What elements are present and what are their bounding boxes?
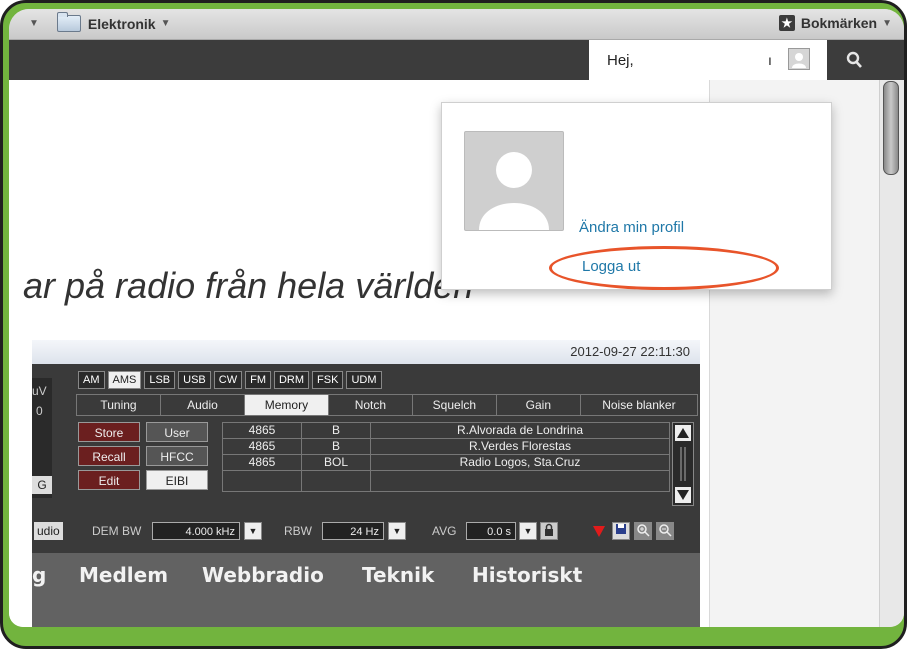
chevron-down-icon: ▼ <box>29 18 39 29</box>
nav-item-partial[interactable]: g <box>32 563 46 587</box>
radio-datetime: 2012-09-27 22:11:30 <box>570 344 690 359</box>
nav-item-medlem[interactable]: Medlem <box>79 563 168 587</box>
websdr-panel: 2012-09-27 22:11:30 uV 0 G AM AMS LSB US… <box>32 340 700 553</box>
table-row[interactable]: 4865 BOL Radio Logos, Sta.Cruz <box>222 454 670 471</box>
highlight-ellipse <box>549 246 779 290</box>
avg-field[interactable]: 0.0 s <box>466 522 516 540</box>
memory-code: B <box>301 438 371 455</box>
star-icon: ★ <box>778 15 795 31</box>
mode-ams[interactable]: AMS <box>107 371 142 389</box>
tab-squelch[interactable]: Squelch <box>413 395 497 415</box>
username: ı <box>768 52 772 68</box>
memory-code: BOL <box>301 454 371 471</box>
zoom-in-icon[interactable] <box>634 522 652 540</box>
save-icon[interactable] <box>612 522 630 540</box>
screenshot-frame: ▼ Elektronik ▼ ★ Bokmärken ▼ Hej, ı ar p… <box>0 0 907 649</box>
user-button[interactable]: User <box>146 422 208 442</box>
mode-cw[interactable]: CW <box>213 371 243 389</box>
eibi-button[interactable]: EIBI <box>146 470 208 490</box>
memory-code: B <box>301 422 371 439</box>
user-menu-toggle[interactable]: Hej, ı <box>589 40 827 80</box>
mode-usb[interactable]: USB <box>178 371 211 389</box>
recall-button[interactable]: Recall <box>78 446 140 466</box>
avg-label: AVG <box>432 524 457 538</box>
mode-lsb[interactable]: LSB <box>144 371 176 389</box>
search-icon[interactable] <box>845 49 865 71</box>
chevron-down-icon[interactable]: ▼ <box>519 522 537 540</box>
audio-button[interactable]: udio <box>34 522 63 540</box>
memory-freq: 4865 <box>222 422 302 439</box>
table-row <box>222 470 670 492</box>
lock-icon[interactable] <box>540 522 558 540</box>
tab-notch[interactable]: Notch <box>329 395 413 415</box>
browser-viewport: ▼ Elektronik ▼ ★ Bokmärken ▼ Hej, ı ar p… <box>9 9 904 627</box>
dem-bw-field[interactable]: 4.000 kHz <box>152 522 240 540</box>
folder-icon <box>56 12 81 32</box>
rbw-field[interactable]: 24 Hz <box>322 522 384 540</box>
zoom-out-icon[interactable] <box>656 522 674 540</box>
marker-icon[interactable] <box>592 524 606 541</box>
main-navigation: g Medlem Webbradio Teknik Historiskt <box>32 553 700 627</box>
tab-gain[interactable]: Gain <box>497 395 581 415</box>
tab-memory[interactable]: Memory <box>244 395 329 415</box>
memory-station: R.Alvorada de Londrina <box>370 422 670 439</box>
edit-button[interactable]: Edit <box>78 470 140 490</box>
mode-fm[interactable]: FM <box>245 371 271 389</box>
greeting: Hej, <box>607 52 634 69</box>
edit-profile-link[interactable]: Ändra min profil <box>579 219 684 236</box>
memory-scrollbar[interactable] <box>672 422 694 506</box>
scrollbar-thumb[interactable] <box>883 81 899 175</box>
radio-status-bar: 2012-09-27 22:11:30 <box>32 340 700 364</box>
table-row[interactable]: 4865 B R.Alvorada de Londrina <box>222 422 670 439</box>
nav-item-teknik[interactable]: Teknik <box>362 563 434 587</box>
site-header: Hej, ı <box>9 40 904 80</box>
signal-meter: uV 0 G <box>32 378 52 498</box>
page-slogan: ar på radio från hela världen <box>23 265 474 306</box>
bookmarks-folder[interactable]: ▼ Elektronik ▼ <box>29 12 171 32</box>
user-icon <box>479 152 549 230</box>
meter-button[interactable]: G <box>32 476 52 494</box>
mode-udm[interactable]: UDM <box>346 371 382 389</box>
store-button[interactable]: Store <box>78 422 140 442</box>
folder-label: Elektronik <box>87 15 156 32</box>
tab-audio[interactable]: Audio <box>161 395 245 415</box>
nav-item-historiskt[interactable]: Historiskt <box>472 563 582 587</box>
memory-table: 4865 B R.Alvorada de Londrina 4865 B R.V… <box>222 422 670 492</box>
bookmarks-menu[interactable]: ★ Bokmärken ▼ <box>778 15 892 31</box>
chevron-down-icon[interactable]: ▼ <box>388 522 406 540</box>
bottom-controls: udio DEM BW 4.000 kHz ▼ RBW 24 Hz ▼ AVG … <box>32 522 700 542</box>
user-icon <box>792 53 806 68</box>
meter-unit: uV <box>32 384 47 398</box>
bookmarks-bar: ▼ Elektronik ▼ ★ Bokmärken ▼ <box>9 9 904 40</box>
memory-station: R.Verdes Florestas <box>370 438 670 455</box>
mode-fsk[interactable]: FSK <box>312 371 344 389</box>
table-row[interactable]: 4865 B R.Verdes Florestas <box>222 438 670 455</box>
mode-selector: AM AMS LSB USB CW FM DRM FSK UDM <box>78 371 382 389</box>
avatar <box>788 48 810 70</box>
nav-item-webbradio[interactable]: Webbradio <box>202 563 324 587</box>
bookmarks-label: Bokmärken <box>800 15 878 31</box>
hfcc-button[interactable]: HFCC <box>146 446 208 466</box>
tab-tuning[interactable]: Tuning <box>77 395 161 415</box>
memory-freq: 4865 <box>222 438 302 455</box>
rbw-label: RBW <box>284 524 312 538</box>
dem-bw-label: DEM BW <box>92 524 142 538</box>
chevron-down-icon[interactable]: ▼ <box>244 522 262 540</box>
chevron-down-icon: ▼ <box>160 18 171 29</box>
mode-drm[interactable]: DRM <box>273 371 310 389</box>
tab-noise-blanker[interactable]: Noise blanker <box>581 395 697 415</box>
chevron-down-icon: ▼ <box>882 17 892 29</box>
memory-station: Radio Logos, Sta.Cruz <box>370 454 670 471</box>
memory-freq: 4865 <box>222 454 302 471</box>
mode-am[interactable]: AM <box>78 371 105 389</box>
radio-tabs: Tuning Audio Memory Notch Squelch Gain N… <box>76 394 698 416</box>
profile-avatar <box>464 131 564 231</box>
meter-value: 0 <box>36 404 43 418</box>
